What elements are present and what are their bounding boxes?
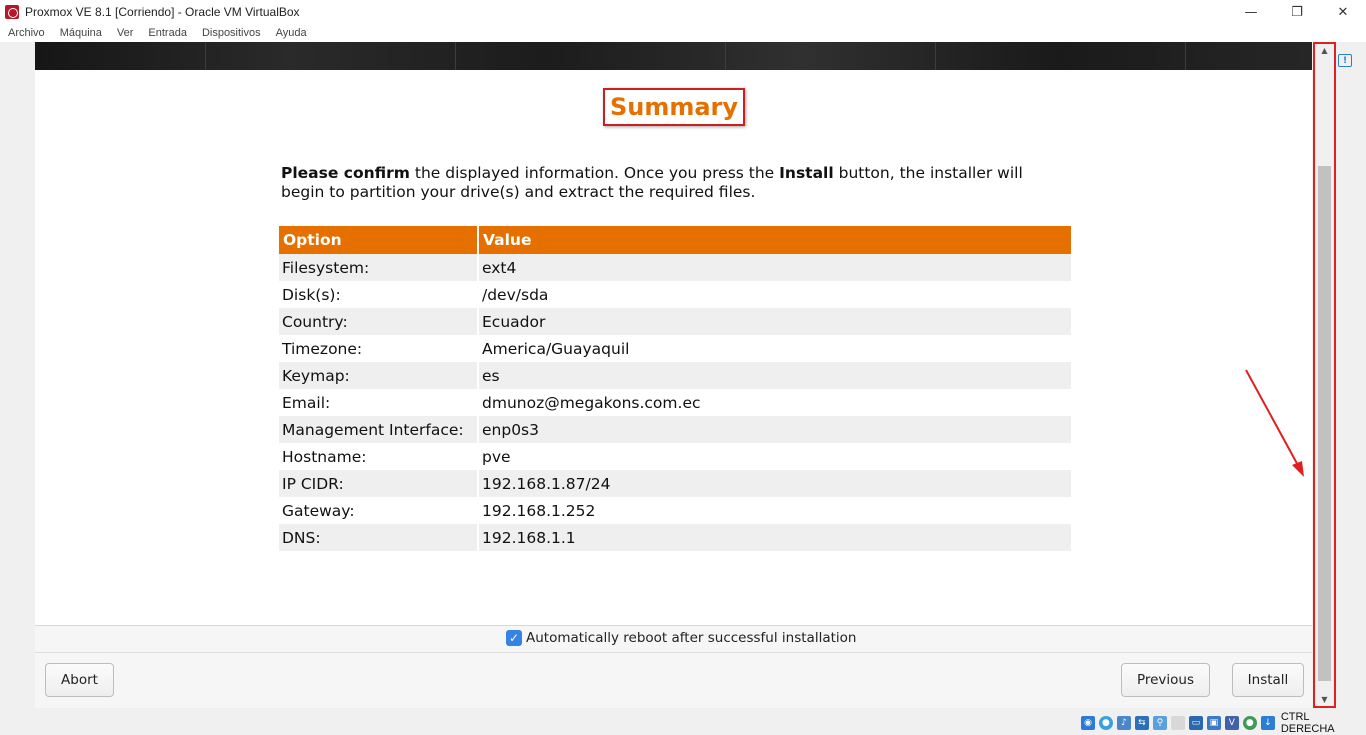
summary-heading: Summary (603, 88, 745, 126)
table-row: Email: dmunoz@megakons.com.ec (279, 389, 1071, 416)
close-button[interactable]: ✕ (1320, 0, 1366, 24)
host-key-arrow-icon[interactable]: ↓ (1260, 716, 1275, 730)
menu-entrada[interactable]: Entrada (148, 27, 187, 39)
menu-dispositivos[interactable]: Dispositivos (202, 27, 261, 39)
annotation-arrow-icon (1245, 369, 1304, 477)
auto-reboot-label[interactable]: Automatically reboot after successful in… (526, 630, 856, 646)
option-cell: IP CIDR: (279, 470, 477, 497)
table-row: Gateway: 192.168.1.252 (279, 497, 1071, 524)
installer-banner (35, 42, 1312, 70)
value-cell: 192.168.1.87/24 (479, 470, 1071, 497)
value-cell: enp0s3 (479, 416, 1071, 443)
notification-icon[interactable]: ! (1338, 54, 1352, 67)
summary-table: Option Value Filesystem: ext4 Disk(s): /de… (277, 226, 1073, 551)
option-cell: Keymap: (279, 362, 477, 389)
table-row: Management Interface: enp0s3 (279, 416, 1071, 443)
option-cell: DNS: (279, 524, 477, 551)
option-cell: Filesystem: (279, 254, 477, 281)
restore-button[interactable]: ❐ (1274, 0, 1320, 24)
menu-ayuda[interactable]: Ayuda (276, 27, 307, 39)
usb-icon[interactable]: ⚲ (1152, 716, 1167, 730)
status-icons: ◉ ● ♪ ⇆ ⚲ ▭ ▣ V ● ↓ CTRL DERECHA (1081, 711, 1366, 735)
table-row: IP CIDR: 192.168.1.87/24 (279, 470, 1071, 497)
table-row: Hostname: pve (279, 443, 1071, 470)
network-icon[interactable]: ⇆ (1134, 716, 1149, 730)
window-title: Proxmox VE 8.1 [Corriendo] - Oracle VM V… (25, 5, 300, 19)
summary-intro-text: Please confirm the displayed information… (281, 164, 1061, 202)
scrollbar-annotation-box (1313, 42, 1336, 708)
hard-disk-icon[interactable]: ◉ (1081, 716, 1095, 730)
value-cell: dmunoz@megakons.com.ec (482, 393, 701, 412)
menu-archivo[interactable]: Archivo (8, 27, 45, 39)
option-cell: Email: (282, 393, 331, 412)
status-bar: ◉ ● ♪ ⇆ ⚲ ▭ ▣ V ● ↓ CTRL DERECHA (0, 708, 1366, 735)
value-cell: ext4 (479, 254, 1071, 281)
table-row: Country: Ecuador (279, 308, 1071, 335)
host-key-label: CTRL DERECHA (1280, 711, 1335, 735)
option-cell: Hostname: (282, 447, 367, 466)
installer-footer: ✓ Automatically reboot after successful … (35, 626, 1312, 708)
value-cell: /dev/sda (482, 285, 549, 304)
option-cell: Country: (279, 308, 477, 335)
display-icon[interactable]: ▭ (1188, 716, 1203, 730)
column-header-option: Option (279, 226, 477, 254)
table-row: Timezone: America/Guayaquil (279, 335, 1071, 362)
value-cell: Ecuador (479, 308, 1071, 335)
table-row: DNS: 192.168.1.1 (279, 524, 1071, 551)
intro-install-bold: Install (779, 164, 834, 182)
value-cell: pve (482, 447, 511, 466)
installer-screen[interactable]: Summary Please confirm the displayed inf… (35, 42, 1312, 708)
intro-text-1: the displayed information. Once you pres… (409, 164, 780, 182)
install-button[interactable]: Install (1232, 663, 1304, 697)
option-cell: Timezone: (282, 339, 363, 358)
value-cell: 192.168.1.1 (479, 524, 1071, 551)
menu-ver[interactable]: Ver (117, 27, 134, 39)
option-cell: Management Interface: (279, 416, 477, 443)
summary-table-header: Option Value (279, 226, 1071, 254)
optical-drive-icon[interactable]: ● (1098, 716, 1113, 730)
option-cell: Disk(s): (282, 285, 341, 304)
table-row: Keymap: es (279, 362, 1071, 389)
abort-button[interactable]: Abort (45, 663, 114, 697)
window-controls: — ❐ ✕ (1228, 0, 1366, 24)
value-cell: 192.168.1.252 (482, 501, 596, 520)
auto-reboot-checkbox[interactable]: ✓ (506, 630, 522, 646)
auto-reboot-option[interactable]: ✓ Automatically reboot after successful … (506, 630, 856, 646)
option-cell: Gateway: (282, 501, 355, 520)
shared-folders-icon[interactable] (1170, 716, 1185, 730)
vm-display-area: Summary Please confirm the displayed inf… (0, 42, 1366, 708)
virtualbox-app-icon (5, 5, 19, 19)
audio-icon[interactable]: ♪ (1116, 716, 1131, 730)
recording-icon[interactable]: ▣ (1206, 716, 1221, 730)
value-cell: America/Guayaquil (482, 339, 630, 358)
table-row: Disk(s): /dev/sda (279, 281, 1071, 308)
column-header-value: Value (479, 226, 1071, 254)
intro-confirm-bold: Please confirm (281, 164, 410, 182)
table-row: Filesystem: ext4 (279, 254, 1071, 281)
footer-divider (35, 652, 1312, 653)
menu-bar: Archivo Máquina Ver Entrada Dispositivos… (0, 24, 1366, 42)
value-cell: es (479, 362, 1071, 389)
minimize-button[interactable]: — (1228, 0, 1274, 24)
window-title-bar: Proxmox VE 8.1 [Corriendo] - Oracle VM V… (0, 0, 1366, 24)
virtualization-icon[interactable]: V (1224, 716, 1239, 730)
menu-maquina[interactable]: Máquina (60, 27, 102, 39)
guest-additions-icon[interactable]: ● (1242, 716, 1257, 730)
previous-button[interactable]: Previous (1121, 663, 1210, 697)
